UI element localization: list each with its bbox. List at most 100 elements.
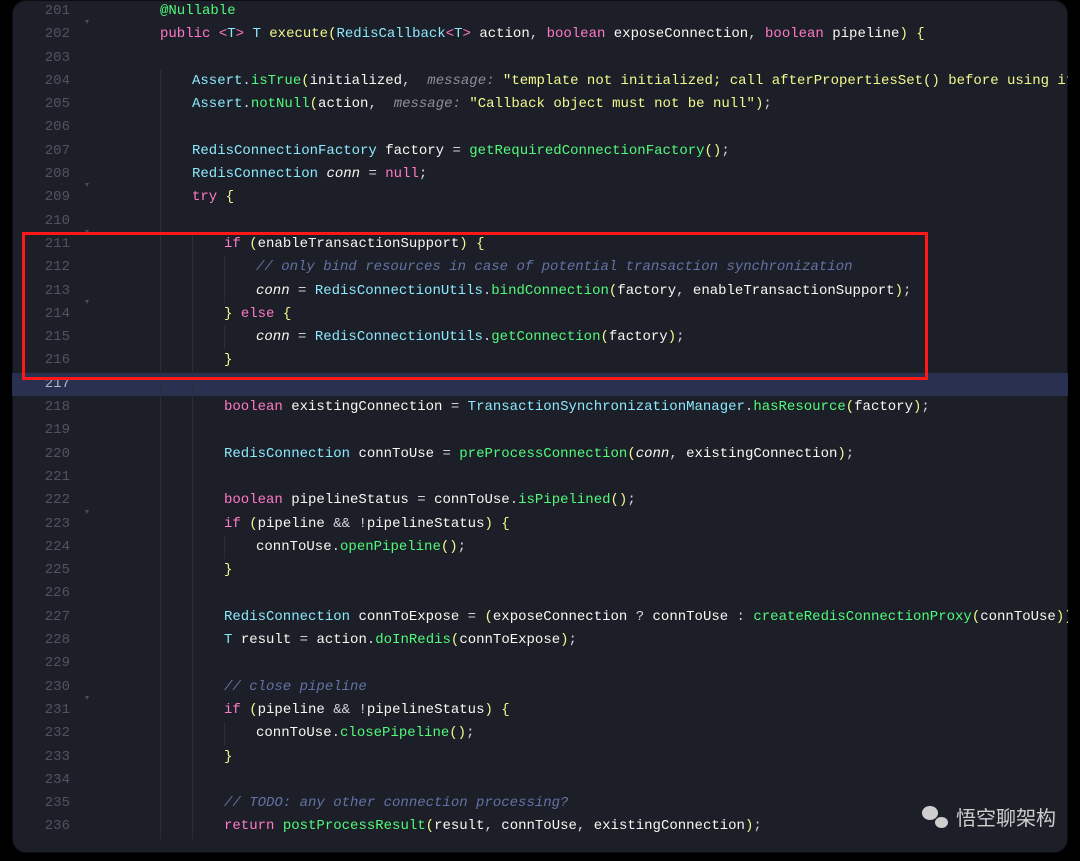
code-content[interactable]: } xyxy=(108,349,1068,372)
line-number[interactable]: 235 xyxy=(12,792,78,815)
code-content[interactable] xyxy=(108,373,1068,396)
fold-icon[interactable]: ▾ xyxy=(84,221,90,244)
fold-icon[interactable]: ▾ xyxy=(84,501,90,524)
fold-icon[interactable]: ▾ xyxy=(84,12,90,35)
code-line[interactable]: 215 conn = RedisConnectionUtils.getConnec… xyxy=(12,326,1068,349)
code-line[interactable]: 226 xyxy=(12,582,1068,605)
line-number[interactable]: 236 xyxy=(12,815,78,838)
line-number[interactable]: 223 xyxy=(12,513,78,536)
code-content[interactable]: @Nullable xyxy=(108,0,1068,23)
line-number[interactable]: 230 xyxy=(12,676,78,699)
code-line[interactable]: 208 RedisConnection conn = null; xyxy=(12,163,1068,186)
code-line[interactable]: 201 @Nullable xyxy=(12,0,1068,23)
code-line[interactable]: 227 RedisConnection connToExpose = (expos… xyxy=(12,606,1068,629)
line-number[interactable]: 221 xyxy=(12,466,78,489)
line-number[interactable]: 232 xyxy=(12,722,78,745)
line-number[interactable]: 219 xyxy=(12,419,78,442)
line-number[interactable]: 207 xyxy=(12,140,78,163)
code-line[interactable]: 234 xyxy=(12,769,1068,792)
fold-icon[interactable]: ▾ xyxy=(84,687,90,710)
code-content[interactable]: // only bind resources in case of potent… xyxy=(108,256,1068,279)
line-number[interactable]: 213 xyxy=(12,280,78,303)
line-number[interactable]: 228 xyxy=(12,629,78,652)
line-number[interactable]: 233 xyxy=(12,746,78,769)
code-content[interactable]: T result = action.doInRedis(connToExpose… xyxy=(108,629,1068,652)
code-line[interactable]: 225} xyxy=(12,559,1068,582)
code-content[interactable]: Assert.notNull(action, message: "Callbac… xyxy=(108,93,1068,116)
code-line[interactable]: 212 // only bind resources in case of pot… xyxy=(12,256,1068,279)
line-number[interactable]: 218 xyxy=(12,396,78,419)
line-number[interactable]: 204 xyxy=(12,70,78,93)
code-content[interactable]: RedisConnectionFactory factory = getRequ… xyxy=(108,140,1068,163)
code-line[interactable]: 235// TODO: any other connection process… xyxy=(12,792,1068,815)
line-number[interactable]: 211 xyxy=(12,233,78,256)
code-content[interactable] xyxy=(108,210,1068,233)
code-line[interactable]: 230// close pipeline xyxy=(12,676,1068,699)
code-content[interactable]: Assert.isTrue(initialized, message: "tem… xyxy=(108,70,1068,93)
code-line[interactable]: 224 connToUse.openPipeline(); xyxy=(12,536,1068,559)
code-line[interactable]: 204 Assert.isTrue(initialized, message: "… xyxy=(12,70,1068,93)
code-line[interactable]: 219 xyxy=(12,419,1068,442)
line-number[interactable]: 212 xyxy=(12,256,78,279)
line-number[interactable]: 210 xyxy=(12,210,78,233)
code-content[interactable] xyxy=(108,582,1068,605)
code-content[interactable]: RedisConnection connToUse = preProcessCo… xyxy=(108,443,1068,466)
line-number[interactable]: 231 xyxy=(12,699,78,722)
code-line[interactable]: 202▾public <T> T execute(RedisCallback<T… xyxy=(12,23,1068,46)
code-content[interactable] xyxy=(108,419,1068,442)
code-content[interactable]: conn = RedisConnectionUtils.getConnectio… xyxy=(108,326,1068,349)
code-line[interactable]: 210 xyxy=(12,210,1068,233)
code-content[interactable]: try { xyxy=(108,186,1068,209)
code-line[interactable]: 220 RedisConnection connToUse = preProces… xyxy=(12,443,1068,466)
line-number[interactable]: 226 xyxy=(12,582,78,605)
code-content[interactable]: boolean existingConnection = Transaction… xyxy=(108,396,1068,419)
code-content[interactable]: RedisConnection connToExpose = (exposeCo… xyxy=(108,606,1068,629)
code-line[interactable]: 231▾if (pipeline && !pipelineStatus) { xyxy=(12,699,1068,722)
line-number[interactable]: 224 xyxy=(12,536,78,559)
code-content[interactable]: if (enableTransactionSupport) { xyxy=(108,233,1068,256)
code-content[interactable]: connToUse.openPipeline(); xyxy=(108,536,1068,559)
code-editor[interactable]: 201 @Nullable202▾public <T> T execute(Red… xyxy=(12,0,1068,853)
code-content[interactable]: conn = RedisConnectionUtils.bindConnecti… xyxy=(108,280,1068,303)
line-number[interactable]: 217 xyxy=(12,373,78,396)
line-number[interactable]: 203 xyxy=(12,47,78,70)
code-content[interactable]: public <T> T execute(RedisCallback<T> ac… xyxy=(108,23,1068,46)
fold-icon[interactable]: ▾ xyxy=(84,175,90,198)
code-content[interactable]: connToUse.closePipeline(); xyxy=(108,722,1068,745)
code-line[interactable]: 209▾try { xyxy=(12,186,1068,209)
line-number[interactable]: 205 xyxy=(12,93,78,116)
code-line[interactable]: 216} xyxy=(12,349,1068,372)
code-line[interactable]: 232 connToUse.closePipeline(); xyxy=(12,722,1068,745)
line-number[interactable]: 206 xyxy=(12,116,78,139)
code-content[interactable]: RedisConnection conn = null; xyxy=(108,163,1068,186)
code-line[interactable]: 203 xyxy=(12,47,1068,70)
code-content[interactable]: if (pipeline && !pipelineStatus) { xyxy=(108,513,1068,536)
code-content[interactable]: boolean pipelineStatus = connToUse.isPip… xyxy=(108,489,1068,512)
line-number[interactable]: 229 xyxy=(12,652,78,675)
code-line[interactable]: 229 xyxy=(12,652,1068,675)
line-number[interactable]: 227 xyxy=(12,606,78,629)
code-content[interactable] xyxy=(108,116,1068,139)
code-line[interactable]: 213 conn = RedisConnectionUtils.bindConne… xyxy=(12,280,1068,303)
line-number[interactable]: 201 xyxy=(12,0,78,23)
line-number[interactable]: 214 xyxy=(12,303,78,326)
code-content[interactable]: } else { xyxy=(108,303,1068,326)
line-number[interactable]: 220 xyxy=(12,443,78,466)
code-line[interactable]: 205 Assert.notNull(action, message: "Call… xyxy=(12,93,1068,116)
code-line[interactable]: 228 T result = action.doInRedis(connToExp… xyxy=(12,629,1068,652)
code-line[interactable]: 218 boolean existingConnection = Transact… xyxy=(12,396,1068,419)
code-content[interactable]: } xyxy=(108,746,1068,769)
code-content[interactable]: } xyxy=(108,559,1068,582)
code-line[interactable]: 206 xyxy=(12,116,1068,139)
line-number[interactable]: 222 xyxy=(12,489,78,512)
line-number[interactable]: 209 xyxy=(12,186,78,209)
line-number[interactable]: 215 xyxy=(12,326,78,349)
code-line[interactable]: 211▾if (enableTransactionSupport) { xyxy=(12,233,1068,256)
code-line[interactable]: 222 boolean pipelineStatus = connToUse.is… xyxy=(12,489,1068,512)
code-content[interactable] xyxy=(108,466,1068,489)
code-line[interactable]: 207 RedisConnectionFactory factory = getR… xyxy=(12,140,1068,163)
code-content[interactable] xyxy=(108,769,1068,792)
line-number[interactable]: 208 xyxy=(12,163,78,186)
code-content[interactable] xyxy=(108,652,1068,675)
code-line[interactable]: 233} xyxy=(12,746,1068,769)
